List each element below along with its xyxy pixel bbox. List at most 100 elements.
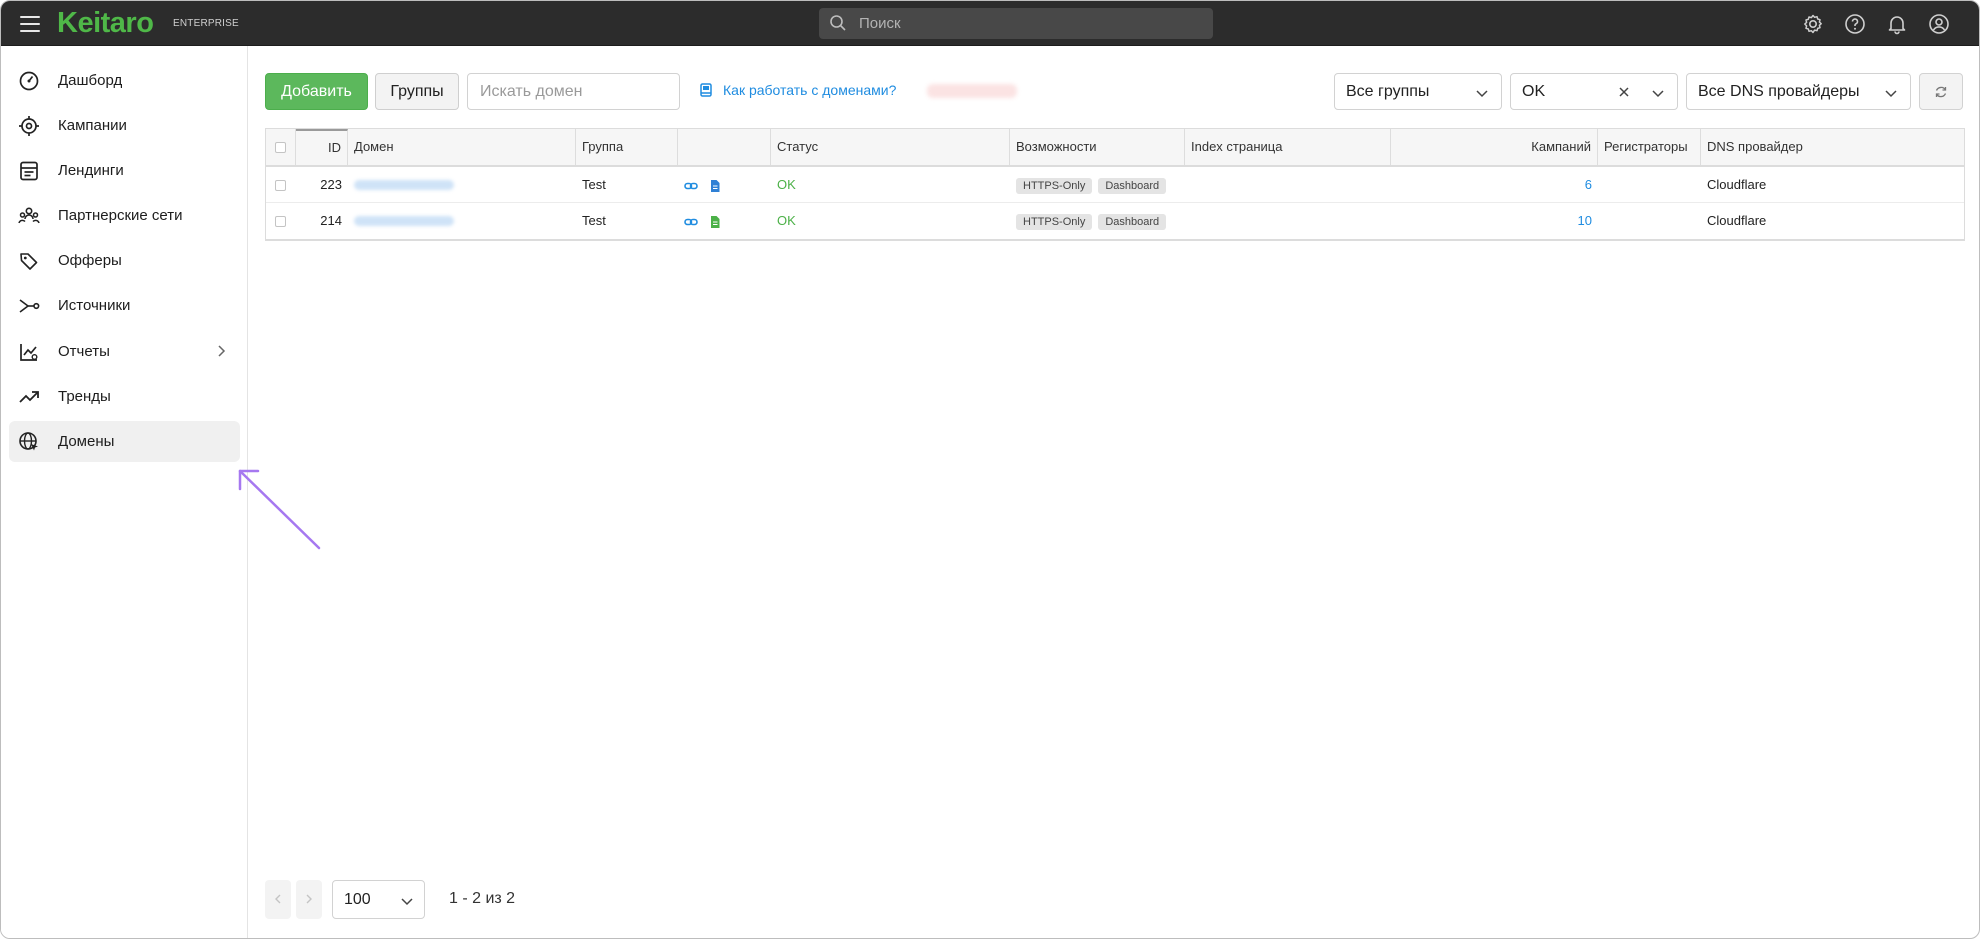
annotation-arrow-icon <box>238 469 321 550</box>
clear-icon[interactable] <box>1617 85 1631 99</box>
source-icon <box>19 299 40 313</box>
report-icon <box>20 344 38 361</box>
column-header-registrars[interactable]: Регистраторы <box>1598 129 1701 165</box>
sidebar-item-campaigns[interactable]: Кампании <box>9 105 240 146</box>
campaigns-count-link[interactable]: 6 <box>1585 177 1592 192</box>
column-header-group[interactable]: Группа <box>576 129 678 165</box>
file-icon[interactable] <box>708 215 722 229</box>
cell-status: OK <box>777 177 796 192</box>
sidebar-item-label: Отчеты <box>58 343 110 360</box>
table-row[interactable]: 214 Test OK HTTPS-Only Dashboard 10 Cloud… <box>266 203 1964 239</box>
sidebar-item-affiliate-networks[interactable]: Партнерские сети <box>9 195 240 236</box>
tags-icon <box>20 253 38 270</box>
column-header-status[interactable]: Статус <box>771 129 1010 165</box>
landing-icon <box>20 161 38 181</box>
sidebar-item-dashboard[interactable]: Дашборд <box>9 60 240 101</box>
chevron-down-icon <box>1885 90 1897 98</box>
next-page-button[interactable] <box>296 880 322 919</box>
global-search-input[interactable] <box>859 8 1199 39</box>
dashboard-icon <box>19 71 39 91</box>
cell-index-page <box>1185 203 1391 239</box>
cell-dns-provider: Cloudflare <box>1707 213 1767 228</box>
column-header-dns-provider[interactable]: DNS провайдер <box>1701 129 1964 165</box>
globe-icon <box>19 432 38 451</box>
cell-actions <box>678 203 771 239</box>
add-domain-button[interactable]: Добавить <box>265 73 368 110</box>
cell-campaigns: 6 <box>1391 167 1598 203</box>
cell-group: Test <box>582 213 606 228</box>
cell-domain <box>348 203 576 239</box>
trend-icon <box>19 391 39 403</box>
table-row[interactable]: 223 Test OK HTTPS-Only Dashboard 6 Cloudf… <box>266 167 1964 203</box>
status-select[interactable]: OK <box>1510 73 1678 110</box>
file-icon[interactable] <box>708 179 722 193</box>
logo-edition: ENTERPRISE <box>173 18 239 29</box>
help-link[interactable]: Как работать с доменами? <box>699 82 896 98</box>
main-content: Добавить Группы Как работать с доменами?… <box>249 46 1979 938</box>
sidebar-item-offers[interactable]: Офферы <box>9 240 240 281</box>
domain-link-redacted[interactable] <box>354 180 454 190</box>
domain-link-redacted[interactable] <box>354 216 454 226</box>
column-header-id[interactable]: ID <box>296 129 348 165</box>
row-checkbox[interactable] <box>275 216 286 227</box>
top-icons <box>1801 12 1951 36</box>
global-search <box>819 8 1213 39</box>
menu-icon[interactable] <box>20 16 40 32</box>
row-select-cell <box>266 203 296 239</box>
sidebar-item-trends[interactable]: Тренды <box>9 376 240 417</box>
column-header-campaigns[interactable]: Кампаний <box>1391 129 1598 165</box>
chevron-down-icon <box>401 898 413 906</box>
app-window: Keitaro ENTERPRISE Дашборд Кампании Ленд… <box>0 0 1980 939</box>
feature-tag: Dashboard <box>1098 177 1167 194</box>
cell-index-page <box>1185 167 1391 203</box>
groups-select[interactable]: Все группы <box>1334 73 1502 110</box>
sidebar-item-label: Источники <box>58 297 131 314</box>
chevron-down-icon <box>1476 90 1488 98</box>
feature-tag: HTTPS-Only <box>1016 177 1093 194</box>
sidebar-item-sources[interactable]: Источники <box>9 285 240 326</box>
sidebar-item-label: Тренды <box>58 388 111 405</box>
link-icon[interactable] <box>684 215 698 229</box>
prev-page-button[interactable] <box>265 880 291 919</box>
users-icon <box>18 207 40 224</box>
column-header-index-page[interactable]: Index страница <box>1185 129 1391 165</box>
sidebar: Дашборд Кампании Лендинги Партнерские се… <box>1 46 248 938</box>
groups-button[interactable]: Группы <box>375 73 459 110</box>
dns-select-value: Все DNS провайдеры <box>1698 83 1860 100</box>
target-icon <box>19 116 39 136</box>
help-icon[interactable] <box>1843 12 1867 36</box>
feature-tag: HTTPS-Only <box>1016 213 1093 230</box>
page-size-select[interactable]: 100 <box>332 880 425 919</box>
logo[interactable]: Keitaro <box>57 8 154 38</box>
settings-icon[interactable] <box>1801 12 1825 36</box>
link-icon[interactable] <box>684 179 698 193</box>
chevron-down-icon <box>1652 90 1664 98</box>
cell-registrars <box>1598 203 1701 239</box>
sidebar-item-domains[interactable]: Домены <box>9 421 240 462</box>
cell-id: 223 <box>320 177 342 192</box>
chevron-right-icon <box>218 345 226 357</box>
campaigns-count-link[interactable]: 10 <box>1578 213 1592 228</box>
feature-tag: Dashboard <box>1098 213 1167 230</box>
domain-search-input[interactable] <box>467 73 680 110</box>
page-size-value: 100 <box>344 891 371 908</box>
account-icon[interactable] <box>1927 12 1951 36</box>
column-header-domain[interactable]: Домен <box>348 129 576 165</box>
dns-provider-select[interactable]: Все DNS провайдеры <box>1686 73 1911 110</box>
help-link-text: Как работать с доменами? <box>723 82 897 98</box>
pagination-info: 1 - 2 из 2 <box>449 890 516 907</box>
sidebar-item-reports[interactable]: Отчеты <box>9 331 240 372</box>
cell-actions <box>678 167 771 203</box>
row-select-cell <box>266 167 296 203</box>
cell-features: HTTPS-Only Dashboard <box>1010 167 1185 203</box>
column-header-features[interactable]: Возможности <box>1010 129 1185 165</box>
refresh-button[interactable] <box>1919 73 1963 110</box>
bell-icon[interactable] <box>1885 12 1909 36</box>
sidebar-item-landings[interactable]: Лендинги <box>9 150 240 191</box>
select-all-checkbox[interactable] <box>275 142 286 153</box>
cell-campaigns: 10 <box>1391 203 1598 239</box>
sidebar-item-label: Партнерские сети <box>58 207 183 224</box>
row-checkbox[interactable] <box>275 180 286 191</box>
chevron-left-icon <box>275 894 281 904</box>
select-all-cell <box>266 129 296 165</box>
